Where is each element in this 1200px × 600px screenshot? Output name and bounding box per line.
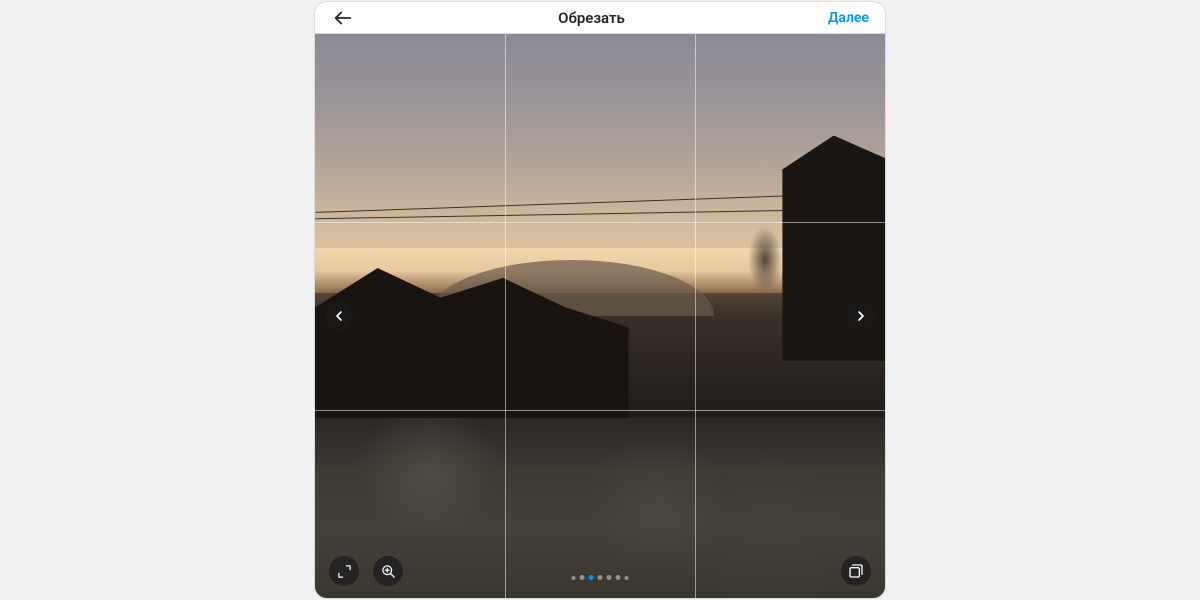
stack-icon xyxy=(848,563,864,579)
dialog-header: Обрезать Далее xyxy=(315,2,885,34)
crop-canvas[interactable] xyxy=(315,34,885,598)
crop-dialog: Обрезать Далее xyxy=(315,2,885,598)
next-image-button[interactable] xyxy=(847,302,875,330)
zoom-in-icon xyxy=(381,564,396,579)
expand-icon xyxy=(337,564,352,579)
crop-toolbar xyxy=(329,556,871,586)
chevron-right-icon xyxy=(853,308,869,324)
zoom-button[interactable] xyxy=(373,556,403,586)
dialog-title: Обрезать xyxy=(355,9,828,27)
left-controls xyxy=(329,556,403,586)
chevron-left-icon xyxy=(331,308,347,324)
next-button[interactable]: Далее xyxy=(828,10,869,26)
aspect-ratio-button[interactable] xyxy=(329,556,359,586)
arrow-left-icon xyxy=(332,7,354,29)
multi-select-button[interactable] xyxy=(841,556,871,586)
prev-image-button[interactable] xyxy=(325,302,353,330)
photo-building xyxy=(782,136,885,362)
back-button[interactable] xyxy=(331,6,355,30)
